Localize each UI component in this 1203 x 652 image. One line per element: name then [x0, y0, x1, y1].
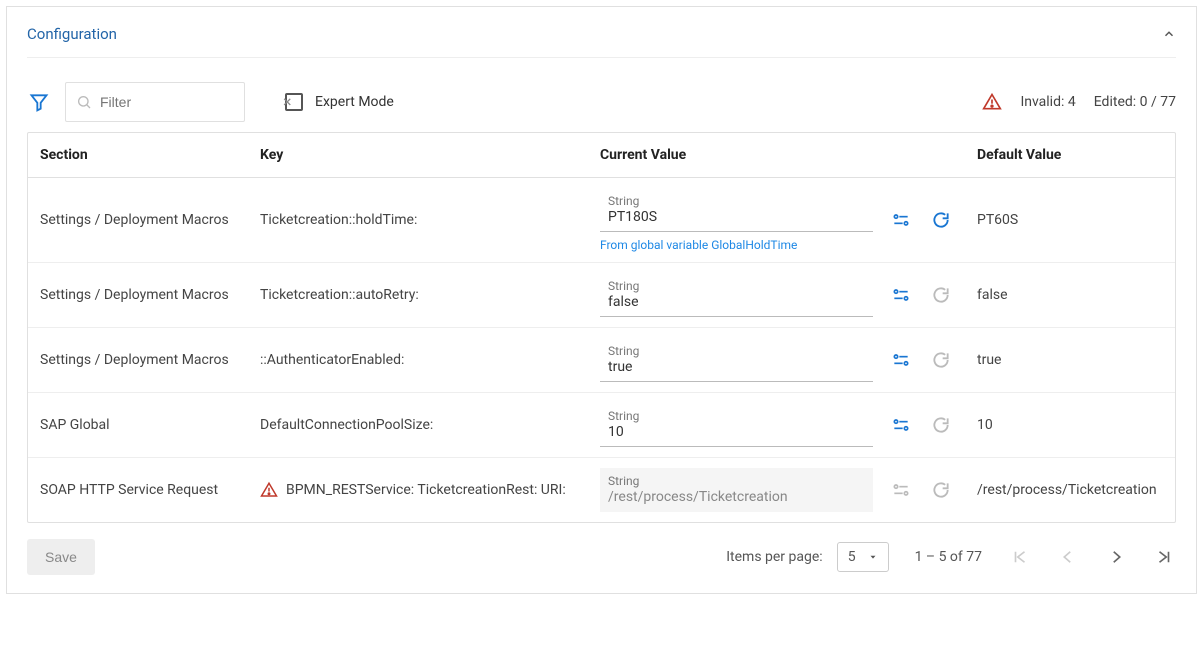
current-value-cell: StringPT180S From global variable GlobalH… [588, 178, 965, 263]
col-section[interactable]: Section [28, 133, 248, 178]
value-text: 10 [608, 424, 865, 440]
default-value-cell: true [965, 328, 1175, 393]
invalid-status: Invalid: 4 [1020, 94, 1075, 110]
key-text: ::AuthenticatorEnabled: [260, 352, 404, 368]
search-icon [76, 94, 92, 110]
value-hint: From global variable GlobalHoldTime [600, 238, 873, 252]
current-value-cell: Stringtrue [588, 328, 965, 393]
table-row: SAP Global DefaultConnectionPoolSize: Stri… [28, 393, 1175, 458]
config-table: Section Key Current Value Default Value … [28, 133, 1175, 522]
key-text: Ticketcreation::holdTime: [260, 212, 417, 228]
items-per-page-label: Items per page: [726, 549, 822, 565]
default-value-cell: PT60S [965, 178, 1175, 263]
settings-icon[interactable] [889, 478, 913, 502]
chevron-down-icon [868, 552, 878, 562]
panel-title: Configuration [27, 25, 117, 43]
warning-icon [260, 481, 278, 499]
key-cell: Ticketcreation::autoRetry: [248, 263, 588, 328]
value-type-label: String [608, 194, 865, 208]
key-text: DefaultConnectionPoolSize: [260, 417, 433, 433]
value-type-label: String [608, 409, 865, 423]
reset-icon[interactable] [929, 208, 953, 232]
warning-icon [982, 92, 1002, 112]
value-input[interactable]: StringPT180S [600, 188, 873, 232]
section-cell: Settings / Deployment Macros [28, 178, 248, 263]
current-value-cell: String10 [588, 393, 965, 458]
value-input[interactable]: Stringtrue [600, 338, 873, 382]
section-cell: SOAP HTTP Service Request [28, 458, 248, 523]
value-input: String/rest/process/Ticketcreation [600, 468, 873, 512]
current-value-cell: Stringfalse [588, 263, 965, 328]
next-page-button[interactable] [1104, 545, 1128, 569]
table-row: SOAP HTTP Service Request BPMN_RESTServic… [28, 458, 1175, 523]
value-text: /rest/process/Ticketcreation [608, 489, 865, 505]
default-value-cell: /rest/process/Ticketcreation [965, 458, 1175, 523]
col-current[interactable]: Current Value [588, 133, 965, 178]
section-cell: Settings / Deployment Macros [28, 328, 248, 393]
value-text: true [608, 359, 865, 375]
section-cell: SAP Global [28, 393, 248, 458]
filter-icon[interactable] [27, 90, 51, 114]
key-cell: ::AuthenticatorEnabled: [248, 328, 588, 393]
default-value-cell: 10 [965, 393, 1175, 458]
reset-icon[interactable] [929, 283, 953, 307]
table-row: Settings / Deployment Macros Ticketcreati… [28, 263, 1175, 328]
page-range: 1 – 5 of 77 [915, 549, 982, 565]
key-cell: Ticketcreation::holdTime: [248, 178, 588, 263]
current-value-cell: String/rest/process/Ticketcreation [588, 458, 965, 523]
edited-status: Edited: 0 / 77 [1094, 94, 1176, 110]
col-key[interactable]: Key [248, 133, 588, 178]
value-type-label: String [608, 474, 865, 488]
table-row: Settings / Deployment Macros::Authentica… [28, 328, 1175, 393]
settings-icon[interactable] [889, 348, 913, 372]
section-cell: Settings / Deployment Macros [28, 263, 248, 328]
value-input[interactable]: Stringfalse [600, 273, 873, 317]
value-type-label: String [608, 344, 865, 358]
value-text: PT180S [608, 209, 865, 225]
table-row: Settings / Deployment Macros Ticketcreati… [28, 178, 1175, 263]
filter-input-wrap: × [65, 82, 245, 122]
settings-icon[interactable] [889, 208, 913, 232]
key-text: Ticketcreation::autoRetry: [260, 287, 419, 303]
reset-icon[interactable] [929, 478, 953, 502]
value-type-label: String [608, 279, 865, 293]
collapse-icon[interactable] [1162, 27, 1176, 41]
reset-icon[interactable] [929, 348, 953, 372]
clear-filter-icon[interactable]: × [283, 94, 292, 110]
settings-icon[interactable] [889, 283, 913, 307]
first-page-button[interactable] [1008, 545, 1032, 569]
key-text: BPMN_RESTService: TicketcreationRest: UR… [286, 482, 566, 498]
items-per-page-select[interactable]: 5 [837, 542, 889, 572]
reset-icon[interactable] [929, 413, 953, 437]
filter-input[interactable] [98, 93, 283, 111]
settings-icon[interactable] [889, 413, 913, 437]
prev-page-button[interactable] [1056, 545, 1080, 569]
key-cell: DefaultConnectionPoolSize: [248, 393, 588, 458]
save-button[interactable]: Save [27, 539, 95, 575]
last-page-button[interactable] [1152, 545, 1176, 569]
key-cell: BPMN_RESTService: TicketcreationRest: UR… [248, 458, 588, 523]
value-text: false [608, 294, 865, 310]
default-value-cell: false [965, 263, 1175, 328]
expert-mode-label: Expert Mode [315, 94, 394, 110]
col-default[interactable]: Default Value [965, 133, 1175, 178]
value-input[interactable]: String10 [600, 403, 873, 447]
